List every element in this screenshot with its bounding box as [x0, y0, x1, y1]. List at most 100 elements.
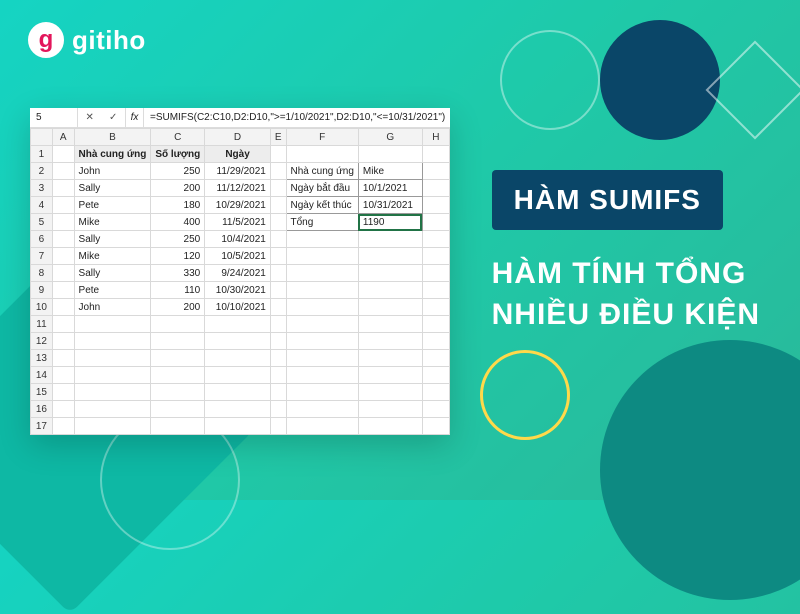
row-header[interactable]: 6 [31, 231, 53, 248]
fx-icon[interactable]: fx [126, 108, 144, 127]
cell[interactable] [74, 350, 151, 367]
cell[interactable] [286, 299, 358, 316]
cell[interactable]: Sally [74, 265, 151, 282]
cell[interactable]: Số lượng [151, 146, 205, 163]
cell[interactable] [286, 316, 358, 333]
cell[interactable]: Nhà cung ứng [74, 146, 151, 163]
cell[interactable] [422, 265, 449, 282]
cell[interactable] [422, 197, 449, 214]
row-header[interactable]: 4 [31, 197, 53, 214]
cell[interactable] [422, 282, 449, 299]
cell[interactable]: 11/5/2021 [205, 214, 271, 231]
cell[interactable] [52, 299, 74, 316]
cell[interactable] [205, 367, 271, 384]
selected-cell[interactable]: 1190 [358, 214, 422, 231]
cell[interactable] [52, 316, 74, 333]
cell[interactable] [286, 282, 358, 299]
cell[interactable]: Pete [74, 282, 151, 299]
cell[interactable] [422, 231, 449, 248]
cell[interactable] [358, 367, 422, 384]
cell[interactable]: Mike [74, 214, 151, 231]
cell[interactable] [358, 299, 422, 316]
row-header[interactable]: 1 [31, 146, 53, 163]
cell[interactable] [270, 265, 286, 282]
cell[interactable]: Sally [74, 231, 151, 248]
cell[interactable] [151, 367, 205, 384]
cell[interactable] [286, 384, 358, 401]
cell[interactable] [422, 418, 449, 435]
cell[interactable] [358, 333, 422, 350]
cell[interactable] [74, 316, 151, 333]
cell[interactable] [52, 401, 74, 418]
cell[interactable] [270, 299, 286, 316]
accept-formula-icon[interactable]: ✓ [109, 112, 117, 123]
cell[interactable] [52, 418, 74, 435]
row-header[interactable]: 2 [31, 163, 53, 180]
cell[interactable] [52, 180, 74, 197]
formula-input[interactable]: =SUMIFS(C2:C10,D2:D10,">=1/10/2021",D2:D… [144, 108, 450, 127]
cell[interactable] [422, 350, 449, 367]
cell[interactable] [270, 316, 286, 333]
cell[interactable] [270, 197, 286, 214]
cell[interactable] [52, 248, 74, 265]
cell[interactable] [205, 401, 271, 418]
cell[interactable]: 110 [151, 282, 205, 299]
cell[interactable]: John [74, 299, 151, 316]
row-header[interactable]: 15 [31, 384, 53, 401]
cancel-formula-icon[interactable]: ✕ [86, 112, 94, 123]
cell[interactable] [358, 231, 422, 248]
row-header[interactable]: 12 [31, 333, 53, 350]
cell[interactable] [286, 333, 358, 350]
cell[interactable] [151, 384, 205, 401]
cell[interactable] [74, 367, 151, 384]
cell[interactable]: 10/5/2021 [205, 248, 271, 265]
spreadsheet-grid[interactable]: A B C D E F G H 1 Nhà cung ứng Số lượng … [30, 128, 450, 435]
cell[interactable]: Mike [74, 248, 151, 265]
cell[interactable]: 330 [151, 265, 205, 282]
cell[interactable]: 250 [151, 231, 205, 248]
cell[interactable] [358, 248, 422, 265]
cell[interactable] [270, 418, 286, 435]
select-all-corner[interactable] [31, 129, 53, 146]
cell[interactable] [422, 214, 449, 231]
cell[interactable]: John [74, 163, 151, 180]
col-header[interactable]: C [151, 129, 205, 146]
cell[interactable] [286, 231, 358, 248]
cell[interactable] [422, 180, 449, 197]
cell[interactable] [286, 146, 358, 163]
cell[interactable]: 400 [151, 214, 205, 231]
cell[interactable]: 11/12/2021 [205, 180, 271, 197]
cell[interactable] [422, 401, 449, 418]
cell[interactable] [422, 146, 449, 163]
row-header[interactable]: 16 [31, 401, 53, 418]
cell[interactable] [205, 384, 271, 401]
cell[interactable] [52, 384, 74, 401]
cell[interactable] [151, 350, 205, 367]
cell[interactable]: 9/24/2021 [205, 265, 271, 282]
cell[interactable] [286, 248, 358, 265]
cell[interactable] [52, 282, 74, 299]
col-header[interactable]: D [205, 129, 271, 146]
row-header[interactable]: 10 [31, 299, 53, 316]
cell[interactable] [286, 418, 358, 435]
cell[interactable] [270, 367, 286, 384]
cell[interactable]: 250 [151, 163, 205, 180]
cell[interactable] [52, 214, 74, 231]
cell[interactable] [270, 282, 286, 299]
cell[interactable] [286, 265, 358, 282]
cell[interactable] [74, 384, 151, 401]
col-header[interactable]: A [52, 129, 74, 146]
cell[interactable] [52, 333, 74, 350]
cell[interactable] [205, 350, 271, 367]
cell[interactable]: Ngày bắt đầu [286, 180, 358, 197]
cell[interactable]: 10/10/2021 [205, 299, 271, 316]
cell[interactable]: 10/4/2021 [205, 231, 271, 248]
cell[interactable]: Ngày [205, 146, 271, 163]
name-box[interactable]: 5 [30, 108, 78, 127]
cell[interactable] [358, 418, 422, 435]
cell[interactable]: 10/1/2021 [358, 180, 422, 197]
cell[interactable] [358, 384, 422, 401]
cell[interactable] [422, 299, 449, 316]
cell[interactable] [286, 367, 358, 384]
cell[interactable] [74, 333, 151, 350]
